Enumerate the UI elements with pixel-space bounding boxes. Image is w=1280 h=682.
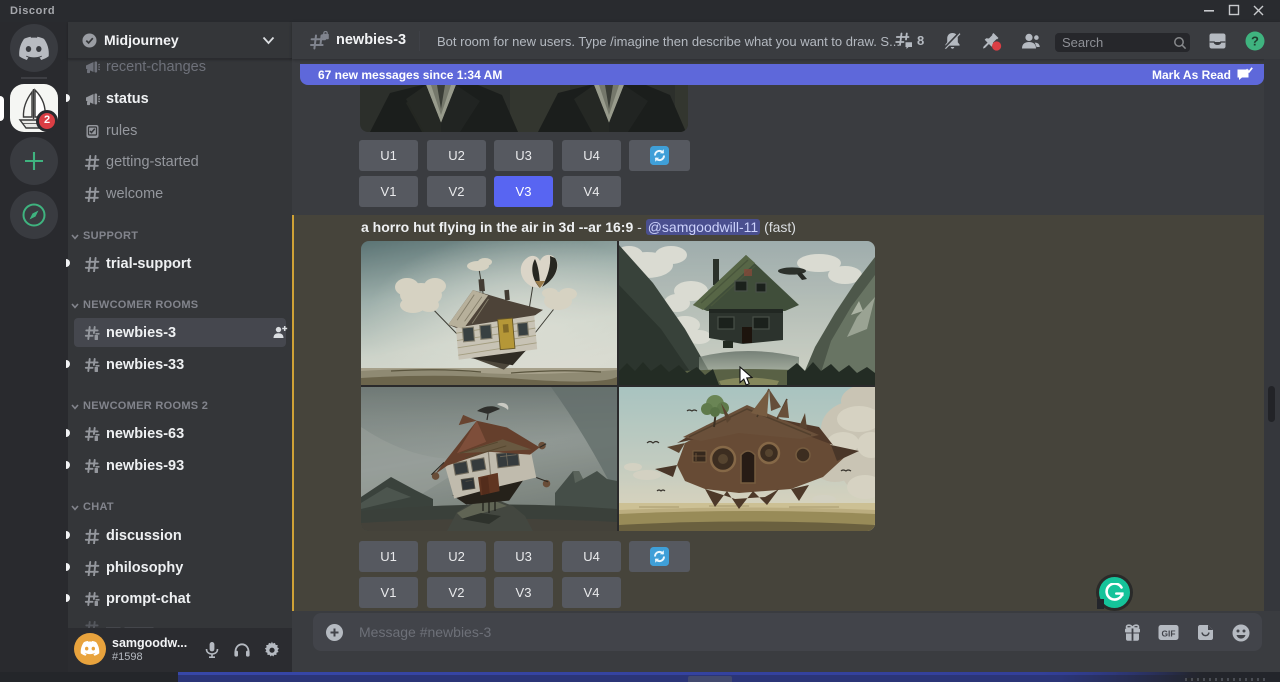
svg-text:?: ? — [1251, 34, 1259, 49]
svg-text:GIF: GIF — [1162, 628, 1176, 638]
